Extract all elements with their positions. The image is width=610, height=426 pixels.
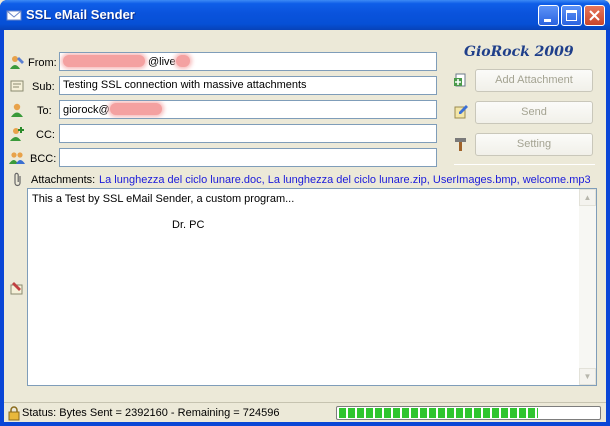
to-field[interactable]: giorock@ <box>59 100 437 119</box>
to-value: giorock@ <box>63 104 110 116</box>
subject-icon <box>10 80 24 92</box>
status-text: Status: Bytes Sent = 2392160 - Remaining… <box>22 407 280 419</box>
from-value: @live <box>148 56 176 68</box>
body-line-2: Dr. PC <box>172 219 205 231</box>
message-body[interactable]: This a Test by SSL eMail Sender, a custo… <box>27 188 597 386</box>
cc-label: CC: <box>36 129 55 141</box>
redacted-mark <box>175 55 190 67</box>
to-user-icon <box>11 103 23 117</box>
minimize-button[interactable] <box>538 5 559 26</box>
subject-label: Sub: <box>32 81 55 93</box>
close-icon <box>589 10 600 21</box>
title-bar[interactable]: SSL eMail Sender <box>0 0 610 30</box>
body-edit-icon <box>10 282 23 295</box>
lock-icon <box>8 406 20 421</box>
client-area: From: @live Sub: Testing SSL connection … <box>4 30 606 422</box>
brand-logo: GioRock 2009 <box>464 44 574 60</box>
paperclip-icon <box>14 172 21 187</box>
attachments-label: Attachments: <box>31 174 96 186</box>
bcc-field[interactable] <box>59 148 437 167</box>
redacted-mark <box>109 103 162 115</box>
bcc-label: BCC: <box>30 153 57 165</box>
add-attachment-button[interactable]: Add Attachment <box>475 69 593 92</box>
progress-fill <box>339 408 539 418</box>
close-button[interactable] <box>584 5 605 26</box>
redacted-mark <box>63 55 145 67</box>
from-label: From: <box>28 57 57 69</box>
to-label: To: <box>37 105 52 117</box>
window-title: SSL eMail Sender <box>26 7 135 22</box>
hammer-icon <box>455 138 466 151</box>
status-bar: Status: Bytes Sent = 2392160 - Remaining… <box>4 402 606 422</box>
app-window: SSL eMail Sender From: @live Sub: Testin… <box>0 0 610 426</box>
send-pen-icon <box>454 105 468 119</box>
scroll-down-arrow[interactable]: ▼ <box>579 368 596 385</box>
subject-value: Testing SSL connection with massive atta… <box>63 79 307 91</box>
send-button[interactable]: Send <box>475 101 593 124</box>
vertical-scrollbar[interactable]: ▲ ▼ <box>579 189 596 385</box>
attach-file-icon <box>454 73 466 87</box>
separator <box>454 164 595 165</box>
cc-user-add-icon <box>10 127 24 141</box>
maximize-button[interactable] <box>561 5 582 26</box>
from-field[interactable]: @live <box>59 52 437 71</box>
scroll-up-arrow[interactable]: ▲ <box>579 189 596 206</box>
bcc-users-icon <box>9 152 25 164</box>
from-user-icon <box>10 56 24 69</box>
cc-field[interactable] <box>59 124 437 143</box>
email-icon <box>6 10 22 21</box>
subject-field[interactable]: Testing SSL connection with massive atta… <box>59 76 437 95</box>
body-line-1: This a Test by SSL eMail Sender, a custo… <box>32 193 295 205</box>
setting-button[interactable]: Setting <box>475 133 593 156</box>
attachments-list[interactable]: La lunghezza del ciclo lunare.doc, La lu… <box>99 174 591 186</box>
upload-progress-bar <box>336 406 601 420</box>
